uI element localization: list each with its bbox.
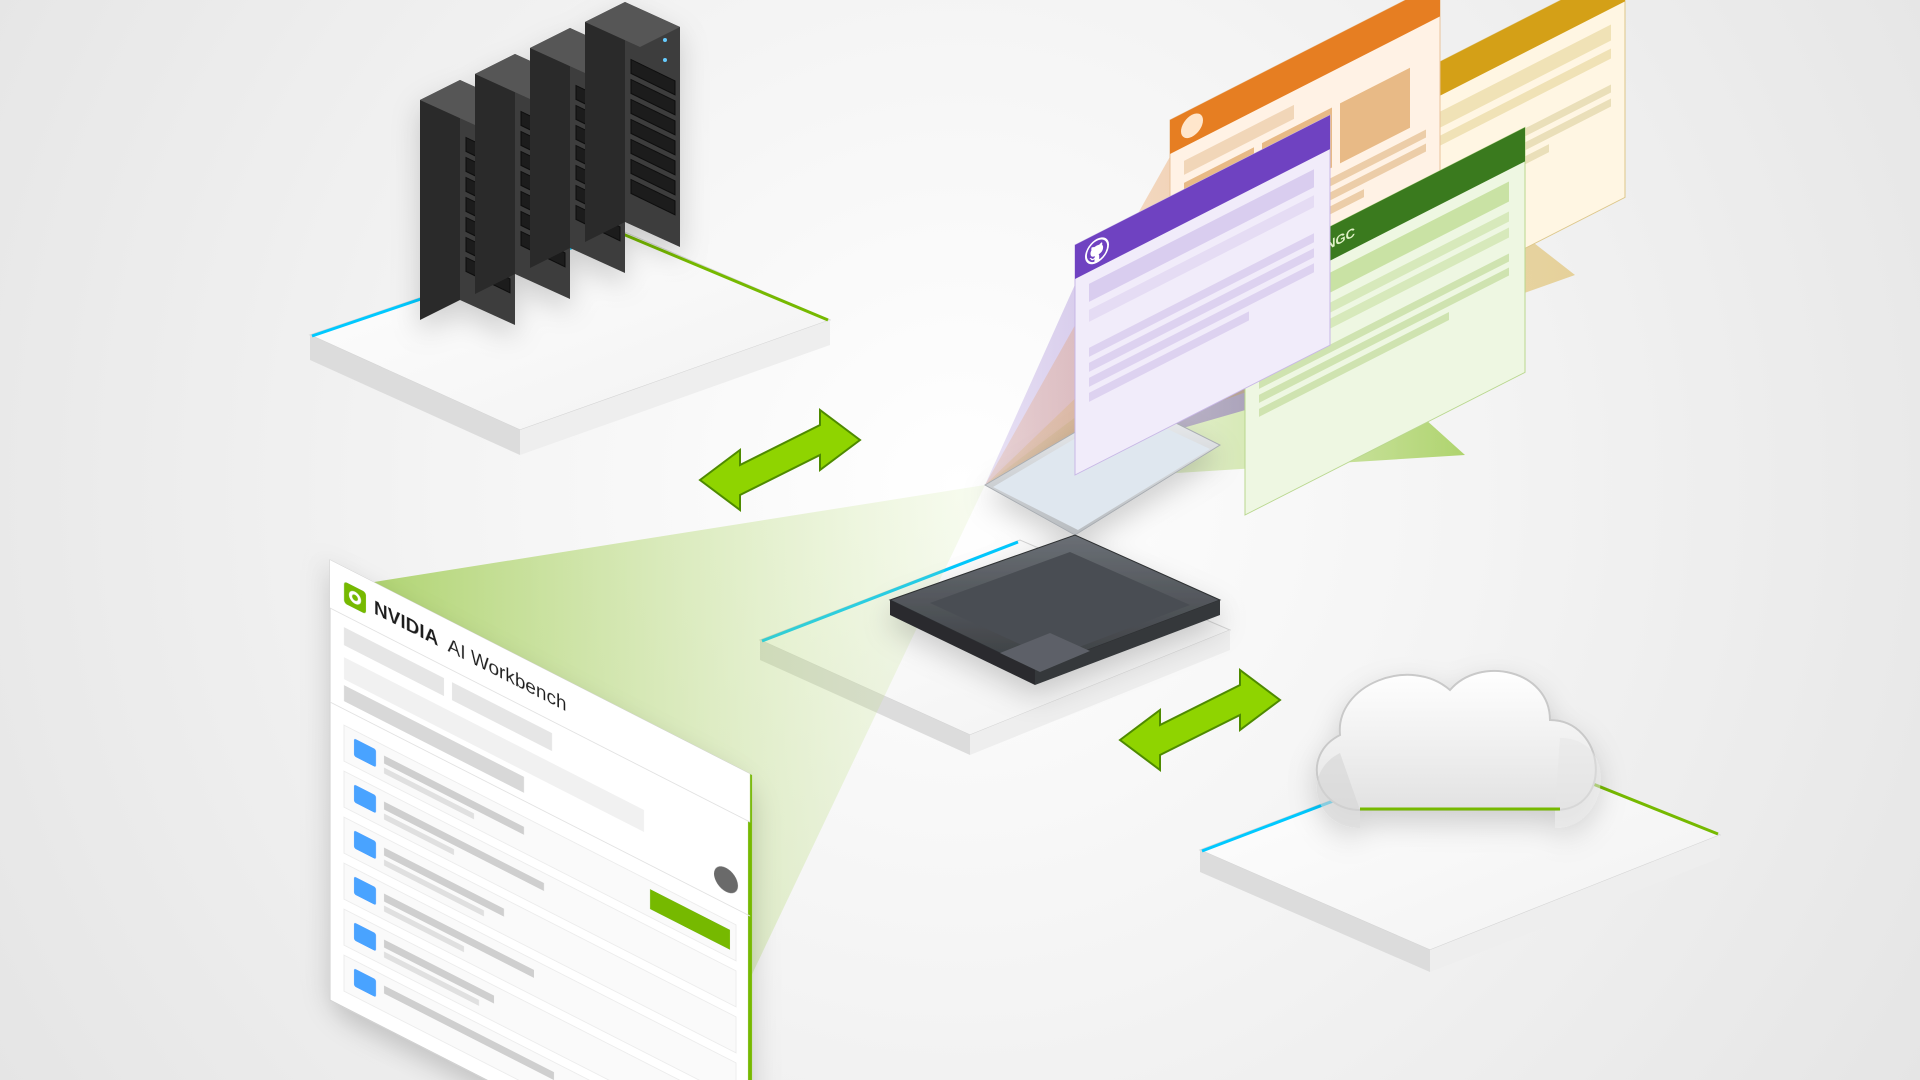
arrow-server — [700, 410, 860, 510]
cloud — [1317, 671, 1601, 828]
arrow-cloud — [1120, 670, 1280, 770]
